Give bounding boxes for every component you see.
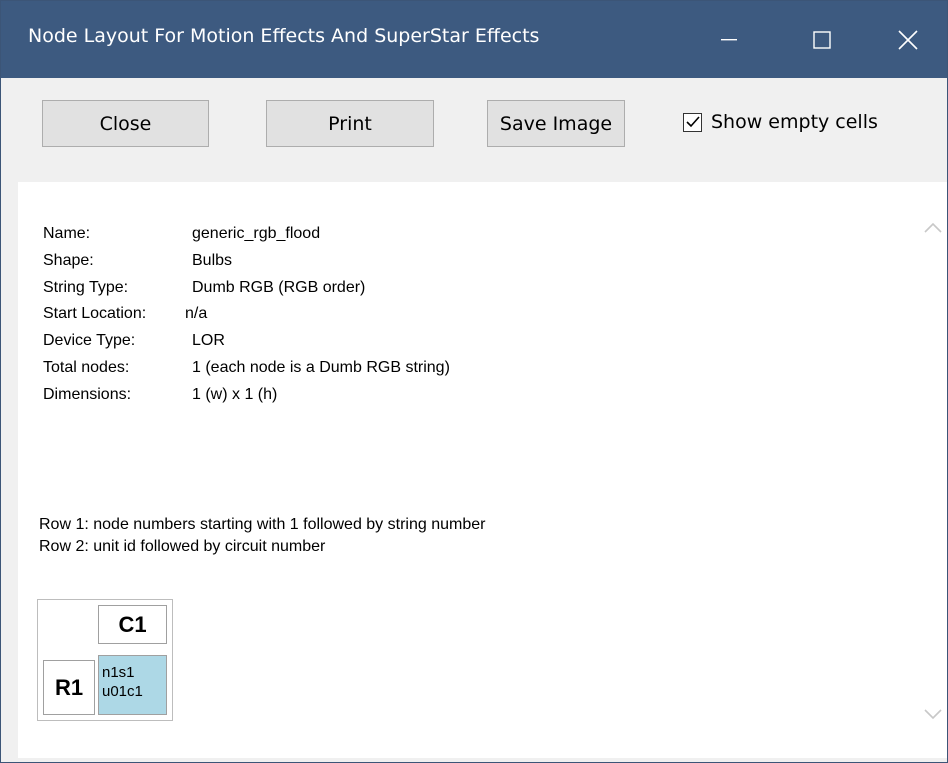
title-bar[interactable]: Node Layout For Motion Effects And Super… — [1, 1, 947, 78]
info-label: Total nodes: — [43, 358, 130, 376]
maximize-icon — [813, 30, 831, 49]
info-label: Name: — [43, 225, 91, 242]
info-label: Start Location: — [43, 305, 147, 323]
info-value: generic_rgb_flood — [192, 225, 321, 242]
info-value: Bulbs — [192, 251, 233, 269]
window-title: Node Layout For Motion Effects And Super… — [28, 25, 540, 47]
node-layout-window: Node Layout For Motion Effects And Super… — [0, 0, 948, 763]
row-header-r1: R1 — [43, 660, 95, 715]
print-button[interactable]: Print — [266, 100, 434, 147]
info-value: Dumb RGB (RGB order) — [192, 278, 366, 296]
info-value: n/a — [185, 305, 208, 323]
info-label: Shape: — [43, 251, 94, 269]
info-value: LOR — [192, 332, 225, 350]
show-empty-cells-toggle[interactable]: Show empty cells — [683, 111, 878, 133]
info-label: Dimensions: — [43, 385, 132, 403]
vertical-scrollbar[interactable] — [919, 182, 947, 758]
info-label: Device Type: — [43, 332, 136, 350]
maximize-button[interactable] — [776, 1, 868, 78]
node-number: n1s1 — [102, 664, 135, 681]
close-button[interactable]: Close — [42, 100, 209, 147]
layout-content-area[interactable]: Name: generic_rgb_flood Shape: Bulbs Str… — [18, 182, 919, 758]
close-icon — [898, 29, 918, 50]
column-header-c1: C1 — [98, 605, 167, 644]
toolbar: Close Print Save Image Show empty cells — [1, 78, 947, 182]
node-grid: C1 R1 n1s1 u01c1 — [37, 599, 173, 721]
chevron-down-icon[interactable] — [924, 708, 942, 720]
unit-circuit: u01c1 — [102, 683, 143, 700]
minimize-button[interactable] — [683, 1, 775, 78]
info-label: String Type: — [43, 278, 129, 296]
show-empty-cells-label[interactable]: Show empty cells — [711, 111, 878, 133]
legend-line-1: Row 1: node numbers starting with 1 foll… — [39, 516, 486, 533]
legend-line-2: Row 2: unit id followed by circuit numbe… — [39, 538, 326, 555]
save-image-button[interactable]: Save Image — [487, 100, 625, 147]
chevron-up-icon[interactable] — [924, 222, 942, 234]
info-value: 1 (each node is a Dumb RGB string) — [192, 358, 450, 376]
minimize-icon — [721, 38, 737, 40]
window-close-button[interactable] — [869, 1, 947, 78]
checkmark-icon — [685, 116, 700, 128]
show-empty-cells-checkbox[interactable] — [683, 112, 702, 132]
node-cell[interactable]: n1s1 u01c1 — [98, 655, 167, 715]
legend: Row 1: node numbers starting with 1 foll… — [39, 514, 485, 558]
info-value: 1 (w) x 1 (h) — [192, 385, 278, 403]
